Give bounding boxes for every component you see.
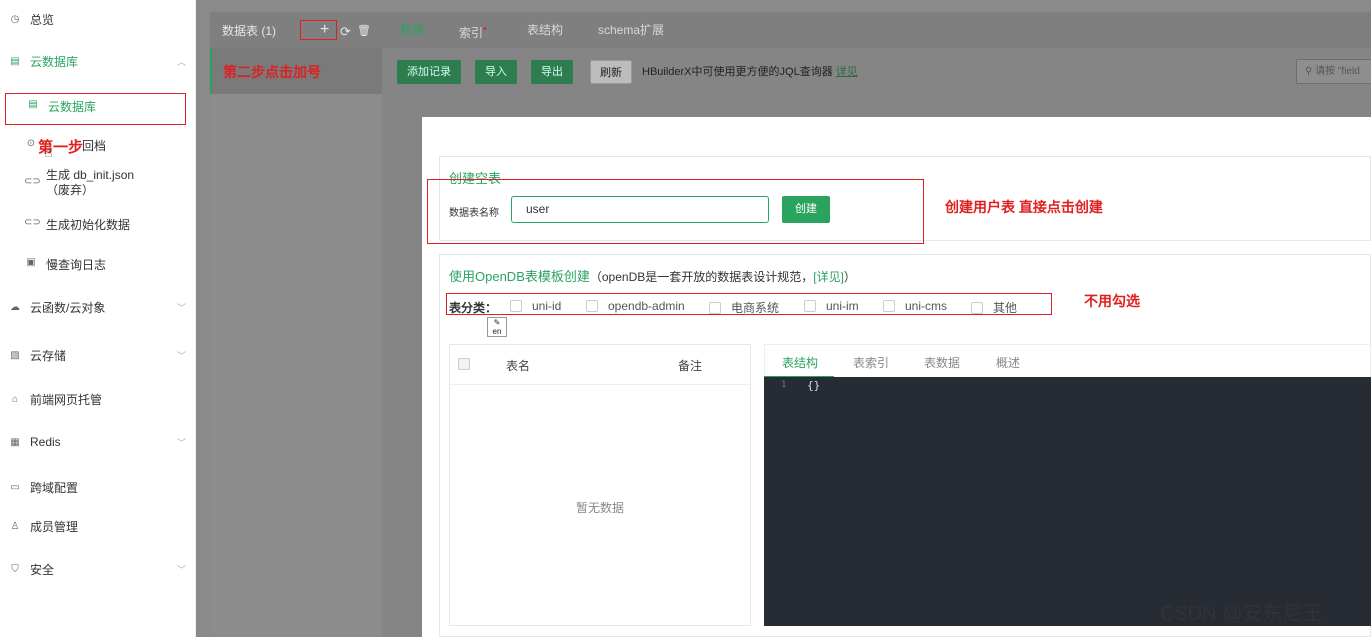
nav-overview-label: 总览 (30, 12, 55, 27)
cursor-icon: ☝ (44, 144, 53, 160)
jql-hint: HBuilderX中可使用更方便的JQL查询器 详见 (642, 60, 858, 84)
tab-schema-ext[interactable]: schema扩展 (598, 12, 664, 48)
tab-index-label: 索引 (459, 26, 484, 40)
nav-gen-init-label: 生成 db_init.json（废弃） (46, 168, 135, 197)
link-icon: ⊂⊃ (24, 217, 41, 228)
refresh-icon[interactable]: ⟳ (340, 24, 351, 40)
backup-icon: ⊙ (26, 138, 36, 149)
nav-cors-label: 跨域配置 (30, 480, 79, 495)
nav-members-label: 成员管理 (30, 519, 79, 534)
nav-storage-label: 云存储 (30, 348, 67, 363)
create-annotation: 创建用户表 直接点击创建 (945, 199, 1103, 215)
empty-state-text: 暂无数据 (576, 501, 625, 515)
opendb-title-text: 使用OpenDB表模板创建 (449, 269, 590, 284)
ime-icon: ✎ en (487, 317, 507, 337)
step2-annotation: 第二步点击加号 (223, 64, 321, 80)
highlight-box-categories (446, 293, 1052, 315)
trash-icon[interactable]: 🗑 (357, 24, 371, 37)
tab-data[interactable]: 数据 (400, 12, 424, 48)
log-icon: ▣ (26, 257, 36, 268)
nav-cloud-func-label: 云函数/云对象 (30, 300, 106, 315)
search-icon: ⚲ (1305, 66, 1316, 77)
code-editor[interactable] (764, 377, 1371, 626)
code-tab-index[interactable]: 表索引 (853, 354, 889, 371)
chevron-down-icon: ﹀ (176, 437, 186, 448)
nav-gen-init[interactable]: ⊂⊃ 生成 db_init.json（废弃） (0, 168, 180, 202)
jql-hint-text: HBuilderX中可使用更方便的JQL查询器 (642, 66, 833, 78)
import-button[interactable]: 导入 (475, 60, 517, 84)
database-icon: ▤ (10, 55, 20, 67)
watermark: CSDN @安东尼王 (1160, 603, 1323, 625)
chevron-down-icon: ﹀ (176, 350, 186, 361)
tab-index[interactable]: 索引• (459, 12, 487, 48)
nav-storage[interactable]: ▧ 云存储 ﹀ (0, 346, 196, 364)
chevron-down-icon: ﹀ (176, 564, 186, 575)
nav-redis-label: Redis (30, 435, 61, 449)
table-topbar (210, 12, 1371, 48)
shield-icon: ⛉ (11, 563, 19, 575)
nav-gen-data[interactable]: ⊂⊃ 生成初始化数据 (0, 216, 196, 234)
user-icon: ♙ (10, 520, 20, 532)
nav-cloud-db[interactable]: ▤ 云数据库 ︿ (0, 52, 196, 70)
link-icon: ⊂⊃ (24, 176, 41, 187)
code-tab-structure[interactable]: 表结构 (782, 354, 818, 371)
nav-redis[interactable]: ▦ Redis ﹀ (0, 433, 196, 451)
highlight-box-plus (300, 20, 337, 40)
code-tab-data[interactable]: 表数据 (924, 354, 960, 371)
export-button[interactable]: 导出 (531, 60, 573, 84)
chevron-down-icon: ﹀ (176, 302, 186, 313)
redis-icon: ▦ (10, 436, 20, 448)
search-input[interactable]: ⚲ 请按 "field (1296, 59, 1371, 84)
storage-icon: ▧ (10, 349, 20, 361)
opendb-desc: （openDB是一套开放的数据表设计规范， (589, 270, 814, 284)
cors-icon: ▭ (10, 481, 20, 493)
template-list-header (450, 345, 750, 385)
nav-slow-log-label: 慢查询日志 (46, 258, 107, 272)
nav-backup[interactable]: ⊙ 回档 (0, 137, 196, 155)
refresh-button[interactable]: 刷新 (590, 60, 632, 84)
line-number: 1 (781, 380, 787, 390)
nav-cloud-func[interactable]: ☁ 云函数/云对象 ﹀ (0, 298, 196, 316)
nav-overview[interactable]: ◷ 总览 (0, 10, 196, 28)
nav-hosting[interactable]: ⌂ 前端网页托管 (0, 390, 196, 408)
col-note-header: 备注 (678, 359, 703, 373)
hosting-icon: ⌂ (11, 393, 19, 405)
tab-schema[interactable]: 表结构 (527, 12, 563, 48)
opendb-desc-end: ） (843, 270, 856, 284)
nav-backup-label: 回档 (82, 139, 107, 153)
nav-security-label: 安全 (30, 562, 55, 577)
nav-gen-data-label: 生成初始化数据 (46, 218, 131, 232)
opendb-title: 使用OpenDB表模板创建（openDB是一套开放的数据表设计规范，[详见]） (449, 266, 856, 285)
table-list-empty (210, 94, 382, 637)
clock-icon: ◷ (10, 13, 20, 25)
highlight-box-db (5, 93, 186, 125)
add-record-button[interactable]: 添加记录 (397, 60, 461, 84)
search-placeholder: 请按 "field (1315, 66, 1360, 77)
no-check-annotation: 不用勾选 (1084, 293, 1140, 309)
chevron-up-icon: ︿ (176, 56, 186, 67)
tab-index-dot: • (483, 24, 487, 35)
highlight-box-create (427, 179, 924, 244)
template-list-panel (449, 344, 751, 626)
nav-slow-log[interactable]: ▣ 慢查询日志 (0, 256, 196, 274)
nav-cloud-db-label: 云数据库 (30, 54, 79, 69)
select-all-checkbox[interactable] (458, 358, 470, 370)
opendb-link[interactable]: [详见] (813, 270, 844, 284)
code-content: {} (807, 379, 821, 392)
jql-hint-link[interactable]: 详见 (836, 66, 858, 78)
nav-members[interactable]: ♙ 成员管理 (0, 517, 196, 535)
col-name-header: 表名 (506, 359, 531, 373)
code-tab-overview[interactable]: 概述 (996, 354, 1020, 371)
cloud-icon: ☁ (10, 301, 20, 313)
nav-security[interactable]: ⛉ 安全 ﹀ (0, 560, 196, 578)
nav-hosting-label: 前端网页托管 (30, 392, 103, 407)
nav-cors[interactable]: ▭ 跨域配置 (0, 478, 196, 496)
table-list-title: 数据表 (1) (222, 24, 277, 38)
